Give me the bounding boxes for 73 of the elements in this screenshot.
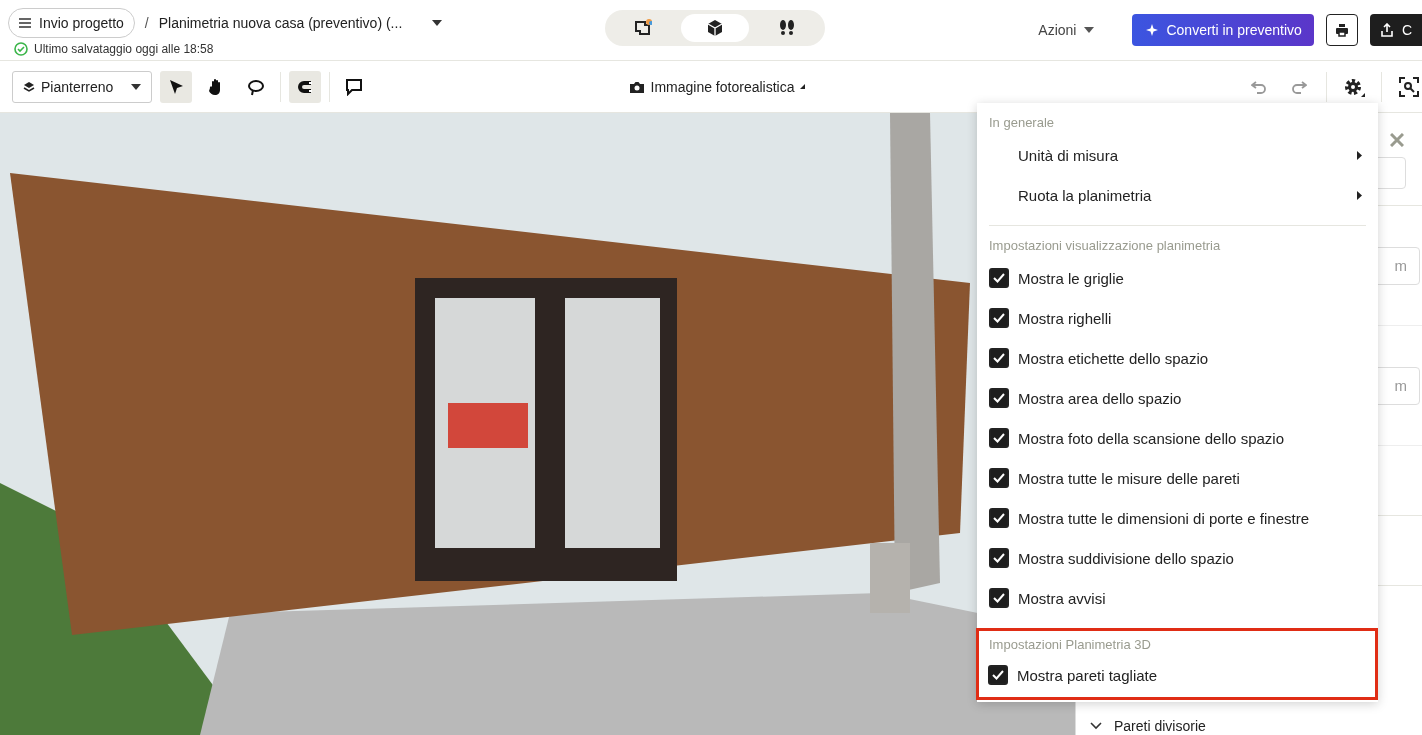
focus-search-icon [1399, 76, 1419, 97]
actions-menu[interactable]: Azioni [1032, 21, 1101, 39]
floor-dropdown[interactable]: Pianterreno [12, 70, 152, 103]
footprints-icon [778, 19, 796, 37]
menu-section-title: In generale [988, 113, 1056, 132]
print-button[interactable] [1325, 14, 1358, 46]
caret-icon [131, 83, 141, 90]
checkbox[interactable] [989, 468, 1009, 488]
checkbox[interactable] [989, 348, 1009, 368]
checkmark-icon [993, 313, 1005, 323]
settings-icon [1343, 76, 1365, 97]
checkmark-icon [992, 670, 1004, 680]
view-mode-tab[interactable] [681, 14, 749, 42]
lasso-icon [247, 77, 265, 96]
menu-item[interactable]: Ruota la planimetria [977, 175, 1374, 215]
redo-icon [1291, 79, 1307, 94]
checkbox[interactable] [989, 548, 1009, 568]
project-button[interactable]: Invio progetto [8, 8, 135, 38]
undo-icon [1251, 79, 1267, 94]
checkbox[interactable] [989, 388, 1009, 408]
caret-icon [1084, 27, 1095, 33]
convert-button[interactable]: Converti in preventivo [1132, 14, 1314, 46]
checkbox-label[interactable]: Mostra avvisi [1018, 589, 1362, 607]
menu-item[interactable]: Unità di misura [977, 135, 1374, 175]
checkmark-icon [993, 593, 1005, 603]
checkbox-label[interactable]: Mostra righelli [1018, 309, 1362, 327]
checkbox[interactable] [989, 508, 1009, 528]
close-icon[interactable] [1390, 133, 1404, 147]
pointer-icon [167, 77, 185, 96]
checkmark-icon [993, 393, 1005, 403]
cube-icon [706, 19, 724, 37]
checkbox-label[interactable]: Mostra pareti tagliate [1017, 666, 1359, 684]
corner-caret-icon [800, 84, 806, 89]
submenu-arrow-icon [1357, 190, 1362, 200]
caret-icon[interactable] [432, 20, 443, 26]
checkmark-icon [993, 273, 1005, 283]
menu-section-title: Impostazioni visualizzazione planimetria [988, 236, 1222, 255]
checkmark-icon [993, 473, 1005, 483]
export-button[interactable]: C [1369, 14, 1422, 46]
section-header[interactable]: Pareti divisorie [1114, 718, 1206, 734]
checkbox-label[interactable]: Mostra area dello spazio [1018, 389, 1362, 407]
checkbox[interactable] [989, 308, 1009, 328]
check-circle-icon [14, 42, 28, 56]
checkbox-label[interactable]: Mostra tutte le dimensioni di porte e finestre [1018, 509, 1362, 527]
tool-button[interactable] [289, 70, 321, 103]
checkbox[interactable] [989, 428, 1009, 448]
checkbox-label[interactable]: Mostra etichette dello spazio [1018, 349, 1362, 367]
checkmark-icon [993, 433, 1005, 443]
printer-icon [1334, 23, 1349, 37]
checkbox[interactable] [989, 588, 1009, 608]
tool-button[interactable] [160, 70, 192, 103]
checkbox-label[interactable]: Mostra tutte le misure delle pareti [1018, 469, 1362, 487]
camera-icon [628, 79, 645, 94]
upload-icon [1379, 23, 1394, 37]
checkmark-icon [993, 553, 1005, 563]
checkbox[interactable] [989, 268, 1009, 288]
submenu-arrow-icon [1357, 150, 1362, 160]
layers-icon [23, 80, 35, 93]
menu-icon [19, 18, 31, 28]
breadcrumb-separator: / [144, 15, 149, 31]
checkbox-label[interactable]: Mostra foto della scansione dello spazio [1018, 429, 1362, 447]
menu-section-title: Impostazioni Planimetria 3D [988, 635, 1152, 654]
save-status: Ultimo salvataggio oggi alle 18:58 [34, 42, 214, 56]
chevron-icon [1090, 722, 1102, 730]
checkmark-icon [993, 513, 1005, 523]
checkbox-label[interactable]: Mostra suddivisione dello spazio [1018, 549, 1362, 567]
checkbox-label[interactable]: Mostra le griglie [1018, 269, 1362, 287]
project-title: Planimetria nuova casa (preventivo) (... [158, 15, 403, 31]
photo-render-button[interactable]: Immagine fotorealistica [622, 77, 812, 96]
checkmark-icon [993, 353, 1005, 363]
comment-icon [345, 77, 363, 96]
floorplan-icon [634, 19, 652, 37]
checkbox[interactable] [988, 665, 1008, 685]
